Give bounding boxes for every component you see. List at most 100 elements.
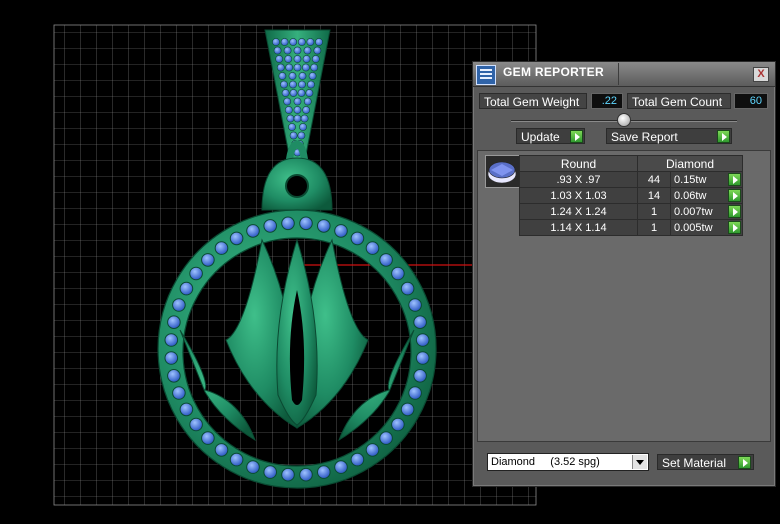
bail-gem-stone (303, 46, 312, 55)
gem-stone (413, 315, 427, 330)
gem-stone (391, 266, 405, 281)
close-button[interactable]: X (753, 67, 769, 82)
gem-stone (317, 465, 331, 479)
gem-stone (167, 369, 181, 383)
bail-gem-stone (307, 80, 315, 89)
bail-gem-stone (301, 63, 310, 72)
gem-stone (214, 443, 229, 457)
table-row[interactable]: .93 X .97 44 0.15tw (519, 171, 743, 188)
play-icon[interactable] (728, 205, 741, 218)
gem-stone (391, 417, 405, 432)
gem-stone (263, 465, 278, 479)
bail-gem-stone (289, 80, 297, 89)
table-row[interactable]: 1.03 X 1.03 14 0.06tw (519, 187, 743, 204)
bail-gem-stone (297, 131, 306, 140)
gem-stone (413, 369, 427, 383)
play-icon[interactable] (728, 189, 741, 202)
total-gem-count-label: Total Gem Count (627, 93, 731, 109)
bail-gem-stone (308, 72, 317, 80)
gem-stone (334, 224, 348, 238)
jump-ring-hole (285, 174, 309, 198)
gem-stone (189, 266, 203, 281)
gem-weight: 0.007tw (674, 205, 713, 218)
bail-gem-stone (272, 38, 280, 46)
set-material-label: Set Material (662, 456, 727, 470)
set-material-button[interactable]: Set Material (657, 454, 754, 470)
gem-stone (201, 431, 215, 445)
update-button[interactable]: Update (516, 128, 585, 144)
gem-count: 1 (637, 203, 671, 220)
gem-stone (350, 231, 365, 246)
gem-stone (164, 333, 179, 347)
gem-count: 1 (637, 219, 671, 236)
gem-reporter-icon (476, 65, 496, 85)
gem-weight: 0.005tw (674, 221, 713, 234)
bail-gem-stone (306, 38, 315, 46)
bail-gem-stone (297, 89, 306, 97)
save-report-label: Save Report (611, 130, 678, 144)
bail-gem-stone (293, 97, 302, 106)
gem-size: .93 X .97 (519, 171, 638, 188)
play-icon (738, 456, 751, 469)
bail-gem-stone (293, 114, 302, 123)
dropdown-arrow-icon[interactable] (632, 455, 647, 469)
bail-gem-stone (298, 80, 306, 89)
gem-count: 14 (637, 187, 671, 204)
bail-gem-stone (284, 106, 293, 114)
bail-gem-stone (284, 55, 293, 63)
gem-weight: 0.06tw (674, 189, 707, 202)
bail-gem-stone (299, 123, 307, 131)
column-header-round: Round (519, 155, 638, 172)
play-icon[interactable] (728, 221, 741, 234)
gem-stone (281, 216, 295, 231)
gem-stone (172, 386, 186, 400)
bail-gem-stone (310, 63, 319, 72)
play-icon[interactable] (728, 173, 741, 186)
bail-gem-stone (293, 46, 302, 55)
gem-stone (350, 452, 365, 467)
bail-gem-stone (297, 38, 306, 46)
gem-stone (415, 351, 430, 365)
bail-gem-stone (289, 38, 298, 46)
gem-stone (408, 386, 422, 400)
gem-stone (246, 460, 260, 474)
update-label: Update (521, 130, 560, 144)
gem-stone (229, 231, 244, 246)
material-select[interactable]: Diamond (3.52 spg) (487, 453, 649, 471)
gem-stone (281, 467, 295, 482)
gem-stone (379, 431, 393, 445)
bail-gem-stone (281, 89, 290, 97)
gem-reporter-panel: GEM REPORTER X Total Gem Weight .22 Tota… (472, 61, 776, 487)
gem-size: 1.14 X 1.14 (519, 219, 638, 236)
gem-size: 1.03 X 1.03 (519, 187, 638, 204)
bail-gem-stone (273, 46, 282, 55)
bail-gem-stone (275, 55, 284, 63)
gem-stone (164, 351, 179, 365)
gem-stone (246, 224, 260, 238)
title-separator (618, 63, 619, 85)
gem-stone (263, 219, 278, 233)
bail-gem-stone (280, 38, 289, 46)
total-gem-count-value: 60 (734, 93, 768, 109)
table-row[interactable]: 1.24 X 1.24 1 0.007tw (519, 203, 743, 220)
gem-table-area: Round Diamond .93 X .97 44 0.15tw 1.03 X… (477, 150, 771, 442)
bail-gem-stone (280, 80, 288, 89)
bail-gem-stone (288, 72, 297, 80)
bail-gem-stone (303, 97, 312, 106)
bail-gem-stone (289, 131, 298, 140)
gem-stone (214, 241, 229, 255)
gem-stone (365, 241, 380, 255)
bail-gem-stone (283, 46, 292, 55)
gem-stone (317, 219, 331, 233)
slider-thumb[interactable] (617, 113, 631, 127)
table-row[interactable]: 1.14 X 1.14 1 0.005tw (519, 219, 743, 236)
bail-gem-stone (311, 55, 320, 63)
gem-stone (299, 216, 313, 231)
save-report-button[interactable]: Save Report (606, 128, 732, 144)
title-bar[interactable]: GEM REPORTER X (473, 62, 775, 87)
column-header-diamond: Diamond (637, 155, 743, 172)
bail-gem-stone (313, 46, 322, 55)
gem-count: 44 (637, 171, 671, 188)
gem-stone (179, 402, 194, 417)
bail-gem-stone (293, 63, 302, 72)
